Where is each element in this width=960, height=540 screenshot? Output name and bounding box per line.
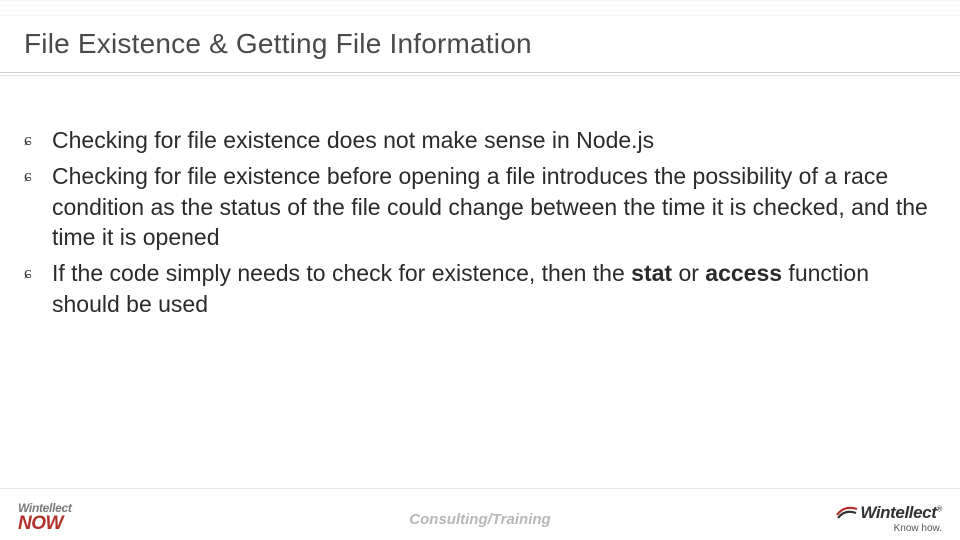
- scribble-bullet-icon: ɕ: [24, 264, 46, 282]
- logo-right-tag: Know how.: [860, 523, 942, 534]
- logo-wintellect-now: Wintellect NOW: [18, 501, 72, 532]
- slide-title: File Existence & Getting File Informatio…: [24, 28, 532, 60]
- scribble-bullet-icon: ɕ: [24, 131, 46, 149]
- registered-mark: ®: [937, 504, 943, 513]
- bullet-text: Checking for file existence does not mak…: [52, 127, 654, 153]
- bullet-item: ɕ Checking for file existence does not m…: [24, 125, 936, 155]
- slide-footer: Wintellect NOW Consulting/Training Winte…: [0, 488, 960, 540]
- bullet-item: ɕ If the code simply needs to check for …: [24, 258, 936, 319]
- bullet-text: If the code simply needs to check for ex…: [52, 260, 869, 316]
- bullet-text: Checking for file existence before openi…: [52, 163, 928, 250]
- slide-body: ɕ Checking for file existence does not m…: [24, 125, 936, 325]
- logo-left-bottom: NOW: [18, 515, 72, 532]
- bullet-item: ɕ Checking for file existence before ope…: [24, 161, 936, 252]
- title-divider: [0, 72, 960, 73]
- logo-right-brand: Wintellect: [860, 503, 936, 522]
- logo-wintellect: Wintellect® Know how.: [860, 503, 942, 534]
- decorative-top-lines: [0, 0, 960, 18]
- scribble-bullet-icon: ɕ: [24, 167, 46, 185]
- footer-tagline: Consulting/Training: [409, 511, 550, 528]
- swoosh-icon: [836, 505, 858, 519]
